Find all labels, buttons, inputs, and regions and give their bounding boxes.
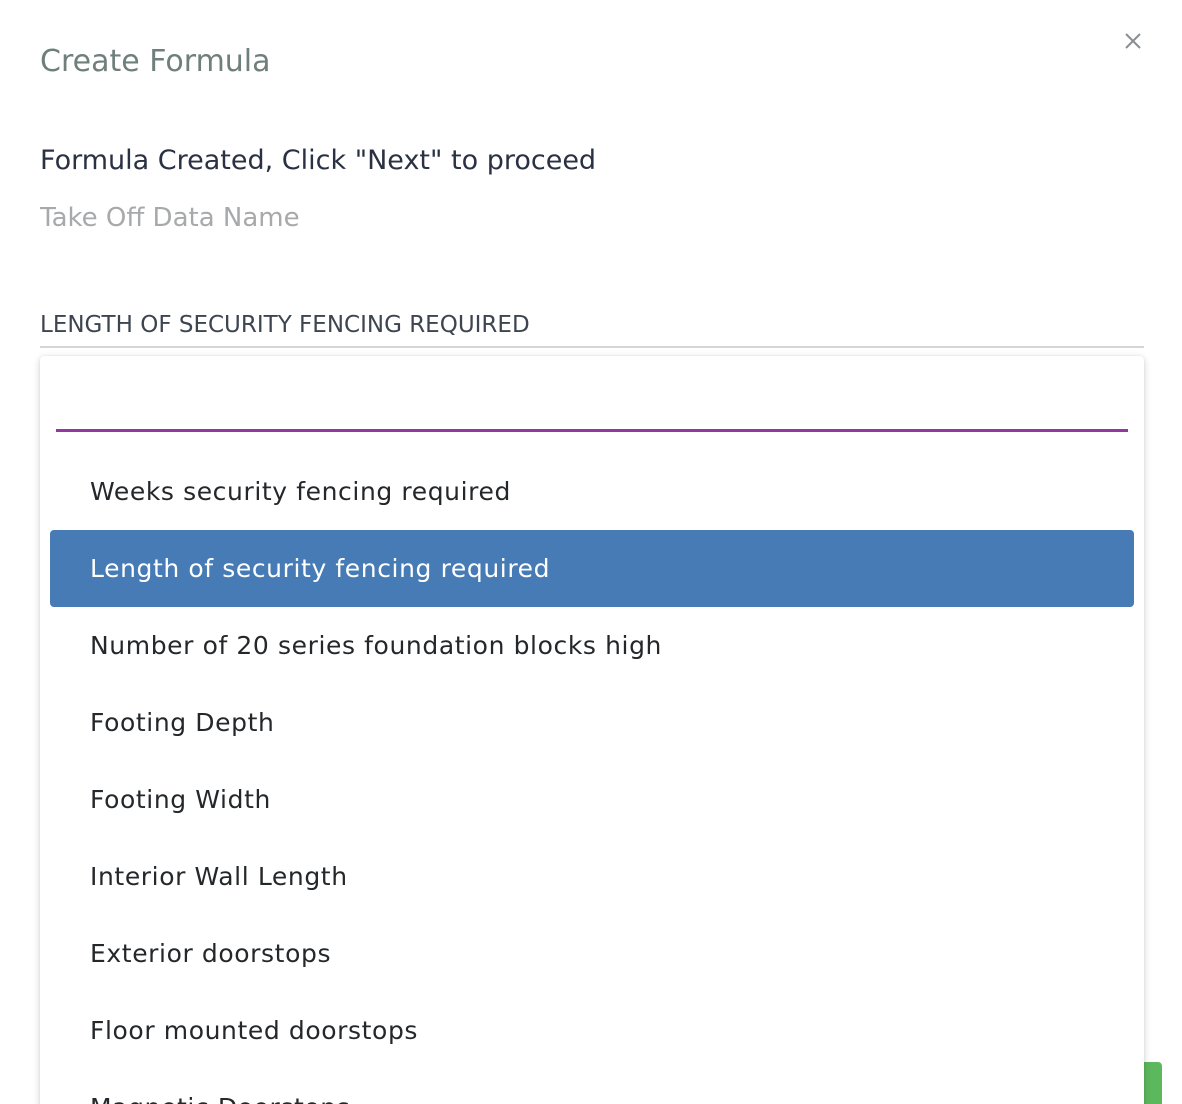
dropdown-option[interactable]: Number of 20 series foundation blocks hi… bbox=[50, 607, 1134, 684]
create-formula-modal: Create Formula Formula Created, Click "N… bbox=[0, 0, 1182, 1104]
dropdown-option[interactable]: Weeks security fencing required bbox=[50, 453, 1134, 530]
take-off-data-name-label: Take Off Data Name bbox=[40, 203, 300, 233]
close-icon bbox=[1125, 33, 1141, 49]
select-value: LENGTH OF SECURITY FENCING REQUIRED bbox=[40, 312, 530, 338]
close-button[interactable] bbox=[1116, 24, 1150, 58]
modal-title: Create Formula bbox=[40, 44, 271, 79]
dropdown-option[interactable]: Floor mounted doorstops bbox=[50, 992, 1134, 1069]
dropdown-option-selected[interactable]: Length of security fencing required bbox=[50, 530, 1134, 607]
dropdown-option[interactable]: Magnetic Doorstops bbox=[50, 1069, 1134, 1104]
status-message: Formula Created, Click "Next" to proceed bbox=[40, 145, 597, 176]
dropdown-option[interactable]: Exterior doorstops bbox=[50, 915, 1134, 992]
dropdown-panel: Weeks security fencing required Length o… bbox=[40, 356, 1144, 1104]
dropdown-option-list: Weeks security fencing required Length o… bbox=[50, 453, 1134, 1104]
dropdown-option[interactable]: Footing Width bbox=[50, 761, 1134, 838]
dropdown-option[interactable]: Footing Depth bbox=[50, 684, 1134, 761]
dropdown-option[interactable]: Interior Wall Length bbox=[50, 838, 1134, 915]
dropdown-search-input[interactable] bbox=[56, 376, 1128, 432]
take-off-data-name-select[interactable]: LENGTH OF SECURITY FENCING REQUIRED bbox=[40, 300, 1144, 348]
